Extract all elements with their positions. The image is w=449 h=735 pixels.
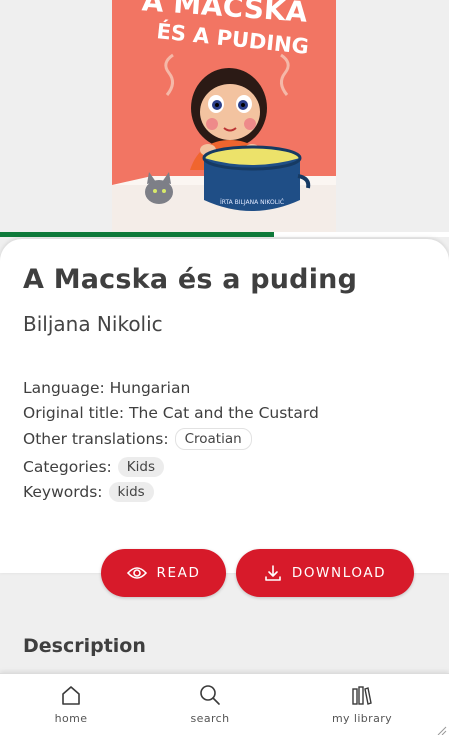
categories-label: Categories: — [23, 458, 112, 476]
nav-item-my-library[interactable]: my library — [322, 674, 402, 735]
keywords-label: Keywords: — [23, 483, 103, 501]
category-chip[interactable]: Kids — [117, 457, 164, 477]
language-value: Hungarian — [109, 379, 191, 397]
categories-row: Categories: Kids — [23, 457, 164, 477]
translations-row: Other translations: Croatian — [23, 428, 252, 450]
original-title-row: Original title: The Cat and the Custard — [23, 404, 319, 422]
read-button[interactable]: READ — [101, 549, 226, 597]
language-row: Language: Hungarian — [23, 379, 190, 397]
reading-progress-bar — [0, 232, 449, 237]
description-heading: Description — [23, 635, 146, 657]
nav-label-home: home — [54, 712, 88, 725]
translations-label: Other translations: — [23, 430, 169, 448]
nav-label-search: search — [190, 712, 230, 725]
bottom-nav: home search my library — [0, 673, 449, 735]
search-icon — [199, 684, 221, 708]
eye-icon — [126, 566, 147, 580]
translation-chip[interactable]: Croatian — [174, 428, 252, 450]
nav-label-my-library: my library — [331, 712, 393, 725]
book-cover-image: A MACSKA ÉS A PUDING ÍRTA BILJANA NIKOLI… — [112, 0, 336, 232]
read-button-label: READ — [156, 565, 201, 581]
keyword-chip[interactable]: kids — [108, 482, 154, 502]
original-title-value: The Cat and the Custard — [129, 404, 319, 422]
nav-item-search[interactable]: search — [170, 674, 250, 735]
keywords-row: Keywords: kids — [23, 482, 154, 502]
library-icon — [351, 684, 373, 708]
book-title: A Macska és a puding — [23, 264, 358, 295]
reading-progress-fill — [0, 232, 274, 237]
cover-pot-text: ÍRTA BILJANA NIKOLIĆ — [220, 199, 284, 206]
cover-area: A MACSKA ÉS A PUDING ÍRTA BILJANA NIKOLI… — [0, 0, 449, 232]
language-label: Language: — [23, 379, 105, 397]
home-icon — [60, 684, 82, 708]
download-icon — [264, 564, 282, 582]
original-title-label: Original title: — [23, 404, 125, 422]
book-author: Biljana Nikolic — [23, 312, 163, 336]
download-button[interactable]: DOWNLOAD — [236, 549, 414, 597]
nav-item-home[interactable]: home — [31, 674, 111, 735]
download-button-label: DOWNLOAD — [291, 565, 387, 581]
resize-grip-icon[interactable] — [435, 721, 447, 735]
